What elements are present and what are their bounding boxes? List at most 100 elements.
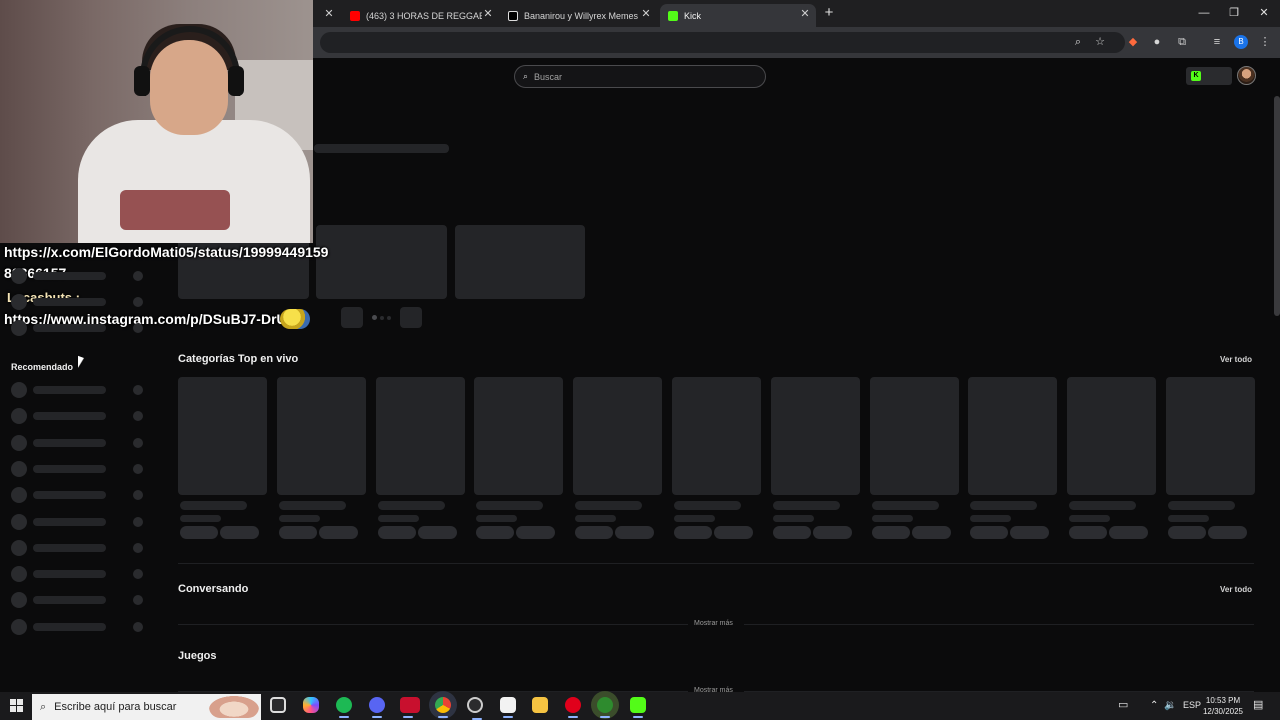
extension-icon[interactable]: ● bbox=[1150, 35, 1164, 49]
tab-kick[interactable]: Kick bbox=[660, 4, 816, 27]
skeleton-category-card[interactable] bbox=[178, 377, 267, 495]
copilot-icon[interactable] bbox=[303, 697, 319, 713]
extension-fox-icon[interactable]: ◆ bbox=[1126, 35, 1140, 49]
skeleton-line bbox=[1069, 515, 1111, 522]
discord-icon[interactable] bbox=[369, 697, 385, 718]
skeleton-tag bbox=[1168, 526, 1206, 539]
media-controls-icon[interactable]: ≡ bbox=[1210, 35, 1224, 49]
tab-youtube[interactable]: (463) 3 HORAS DE REGGAETON bbox=[342, 4, 482, 27]
skeleton-line bbox=[871, 515, 913, 522]
skeleton-tag bbox=[318, 526, 358, 539]
skeleton-avatar[interactable] bbox=[11, 513, 27, 530]
zoom-icon[interactable]: ⌕ bbox=[1071, 35, 1085, 49]
skeleton-category-card[interactable] bbox=[474, 377, 564, 495]
language-indicator[interactable]: ESP bbox=[1183, 700, 1201, 710]
clock[interactable]: 10:53 PM 12/30/2025 bbox=[1200, 695, 1246, 717]
skeleton-category-card[interactable] bbox=[968, 377, 1058, 495]
spotify-icon[interactable] bbox=[336, 697, 352, 718]
show-more-button[interactable]: Mostrar más bbox=[694, 620, 733, 627]
view-all-link[interactable]: Ver todo bbox=[1220, 355, 1252, 364]
puzzle-extensions-icon[interactable]: ⧉ bbox=[1175, 35, 1189, 49]
skeleton-tag bbox=[1109, 526, 1149, 539]
volume-icon[interactable]: 🔉 bbox=[1164, 700, 1176, 711]
address-bar[interactable] bbox=[320, 32, 1125, 53]
chevron-up-icon[interactable]: ⌃ bbox=[1150, 700, 1158, 711]
skeleton-avatar[interactable] bbox=[11, 539, 27, 556]
task-view-icon[interactable] bbox=[270, 697, 286, 713]
carousel-next-button[interactable] bbox=[400, 307, 422, 328]
skeleton-avatar[interactable] bbox=[11, 434, 27, 451]
skeleton-tag bbox=[1208, 526, 1247, 539]
skeleton-line bbox=[33, 622, 106, 631]
chrome-icon[interactable] bbox=[435, 697, 451, 718]
avatar[interactable] bbox=[1237, 66, 1256, 85]
notifications-icon[interactable]: ▤ bbox=[1253, 698, 1263, 711]
voicemeeter-icon[interactable] bbox=[400, 697, 420, 718]
skeleton-line bbox=[278, 501, 346, 510]
app-icon[interactable] bbox=[500, 697, 516, 718]
menu-dots-icon[interactable]: ⋮ bbox=[1258, 35, 1272, 49]
app-icon[interactable] bbox=[597, 697, 613, 718]
tab-close-button[interactable]: ✕ bbox=[799, 8, 811, 20]
restore-button[interactable]: ❐ bbox=[1227, 6, 1241, 20]
skeleton-tag bbox=[714, 526, 753, 539]
skeleton-avatar[interactable] bbox=[11, 382, 27, 398]
skeleton-line bbox=[772, 501, 840, 510]
view-all-link[interactable]: Ver todo bbox=[1220, 585, 1252, 594]
skeleton-line bbox=[33, 570, 106, 579]
search-highlight-icon bbox=[209, 696, 259, 718]
opera-icon[interactable] bbox=[565, 697, 581, 718]
skeleton-tag bbox=[615, 526, 655, 539]
skeleton-title bbox=[314, 144, 449, 153]
new-tab-button[interactable]: + bbox=[822, 5, 836, 20]
skeleton-category-card[interactable] bbox=[375, 377, 465, 495]
bookmark-star-icon[interactable]: ☆ bbox=[1093, 35, 1107, 49]
taskbar-search-input[interactable]: ⌕ Escribe aquí para buscar bbox=[32, 694, 261, 720]
profile-avatar-button[interactable]: B bbox=[1234, 35, 1248, 49]
search-input[interactable]: ⌕ Buscar bbox=[514, 65, 766, 88]
skeleton-category-card[interactable] bbox=[1166, 377, 1255, 495]
divider bbox=[178, 624, 688, 625]
carousel-dot[interactable] bbox=[372, 315, 377, 320]
sidebar-heading: Recomendado bbox=[11, 362, 74, 372]
skeleton-category-card[interactable] bbox=[276, 377, 366, 495]
minimize-button[interactable]: — bbox=[1197, 6, 1211, 20]
skeleton-line bbox=[278, 515, 320, 522]
skeleton-dot bbox=[133, 297, 143, 307]
kick-icon bbox=[668, 10, 678, 21]
search-icon: ⌕ bbox=[523, 71, 529, 81]
carousel-dot[interactable] bbox=[380, 316, 384, 320]
skeleton-dot bbox=[133, 385, 143, 395]
scrollbar[interactable] bbox=[1274, 96, 1280, 316]
skeleton-line bbox=[476, 501, 544, 510]
close-window-button[interactable]: ✕ bbox=[1257, 6, 1271, 20]
carousel-dot[interactable] bbox=[387, 316, 391, 320]
obs-icon[interactable] bbox=[467, 697, 483, 720]
file-explorer-icon[interactable] bbox=[532, 697, 548, 713]
windows-start-icon[interactable] bbox=[10, 699, 23, 712]
skeleton-category-card[interactable] bbox=[869, 377, 959, 495]
skeleton-avatar[interactable] bbox=[11, 460, 27, 477]
skeleton-line bbox=[33, 386, 106, 394]
keyboard-icon[interactable]: ▭ bbox=[1118, 698, 1128, 711]
skeleton-dot bbox=[133, 437, 143, 448]
tab-close-button[interactable]: ✕ bbox=[482, 8, 494, 20]
skeleton-category-card[interactable] bbox=[770, 377, 860, 495]
skeleton-category-card[interactable] bbox=[672, 377, 761, 495]
skeleton-avatar[interactable] bbox=[11, 618, 27, 635]
kick-app-icon[interactable] bbox=[630, 697, 646, 718]
tab-close-button[interactable]: ✕ bbox=[640, 8, 652, 20]
tab-close-button[interactable]: ✕ bbox=[323, 8, 335, 20]
tab-tiktok[interactable]: Bananirou y Willyrex Memes y bbox=[500, 4, 638, 27]
tab-title: (463) 3 HORAS DE REGGAETON bbox=[366, 10, 482, 21]
skeleton-category-card[interactable] bbox=[573, 377, 663, 495]
skeleton-dot bbox=[133, 463, 143, 474]
skeleton-category-card[interactable] bbox=[1067, 377, 1157, 495]
carousel-prev-button[interactable] bbox=[341, 307, 363, 328]
kick-account-button[interactable]: K bbox=[1186, 67, 1232, 85]
skeleton-line bbox=[476, 515, 518, 522]
skeleton-card bbox=[316, 225, 447, 299]
skeleton-dot bbox=[133, 516, 143, 527]
skeleton-tag bbox=[377, 526, 416, 539]
skeleton-avatar[interactable] bbox=[11, 566, 27, 583]
